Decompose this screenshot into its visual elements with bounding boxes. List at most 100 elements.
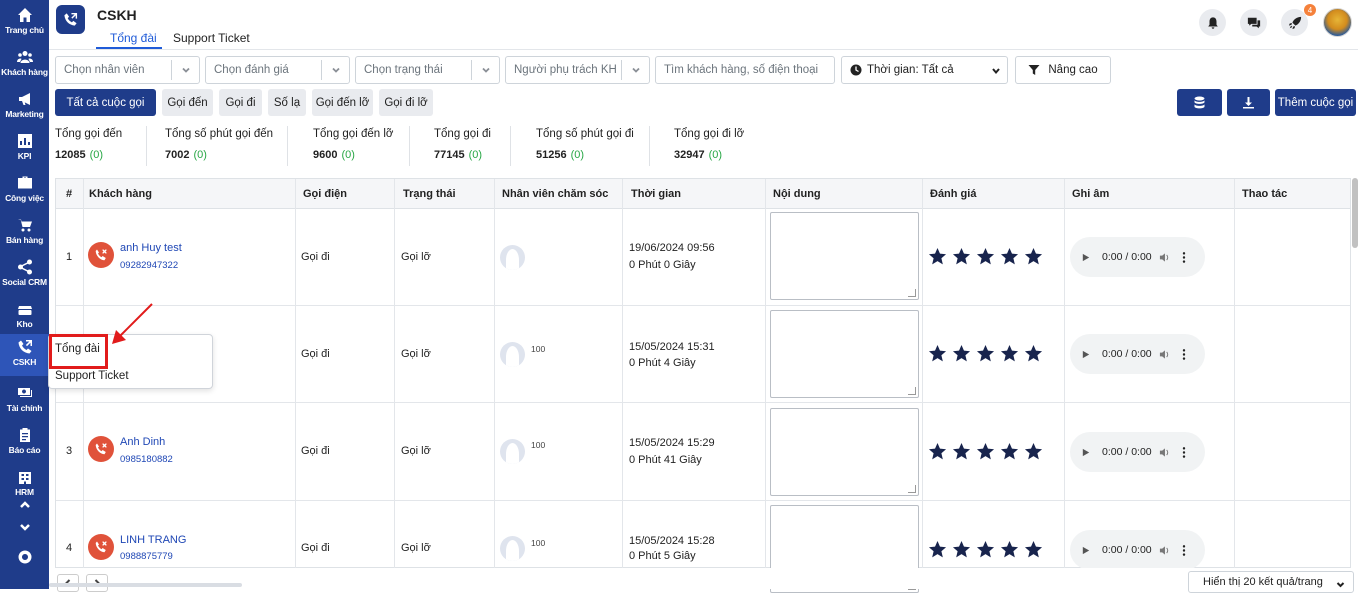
sidebar: Trang chủ Khách hàng Marketing KPI Công … xyxy=(0,0,49,589)
horizontal-scrollbar[interactable] xyxy=(49,583,242,587)
star-icon[interactable] xyxy=(976,247,995,266)
staff-select[interactable]: Chọn nhân viên xyxy=(55,56,200,84)
quick-filter-outgoing[interactable]: Gọi đi xyxy=(219,89,262,116)
rating-stars[interactable] xyxy=(928,540,1043,559)
star-icon[interactable] xyxy=(1024,540,1043,559)
quick-filter-unknown[interactable]: Số lạ xyxy=(268,89,306,116)
stat-outgoing-minutes: Tổng số phút gọi đi 51256 (0) xyxy=(536,128,634,161)
sidebar-item-reports[interactable]: Báo cáo xyxy=(0,422,49,464)
call-date: 19/06/2024 09:56 xyxy=(629,242,715,254)
sidebar-item-tasks[interactable]: Công việc xyxy=(0,170,49,212)
customer-name-link[interactable]: LINH TRANG xyxy=(120,534,186,546)
time-filter-button[interactable]: Thời gian: Tất cả xyxy=(841,56,1008,84)
note-textarea[interactable] xyxy=(770,408,919,496)
sidebar-item-kpi[interactable]: KPI xyxy=(0,128,49,170)
briefcase-icon xyxy=(17,176,32,189)
per-page-select[interactable]: Hiển thị 20 kết quả/trang xyxy=(1188,571,1354,593)
status-select[interactable]: Chọn trạng thái xyxy=(355,56,500,84)
bell-icon xyxy=(1207,16,1218,29)
star-icon[interactable] xyxy=(1000,540,1019,559)
volume-icon xyxy=(1159,252,1168,262)
star-icon[interactable] xyxy=(952,540,971,559)
quick-filter-all[interactable]: Tất cả cuộc gọi xyxy=(55,89,156,116)
star-icon[interactable] xyxy=(976,540,995,559)
audio-time: 0:00 / 0:00 xyxy=(1102,446,1152,458)
audio-time: 0:00 / 0:00 xyxy=(1102,251,1152,263)
highlight-box xyxy=(49,334,108,369)
table-row[interactable]: 3 Anh Dinh 0985180882 Gọi đi Gọi lỡ 100 … xyxy=(56,404,1350,501)
call-type: Gọi đi xyxy=(301,251,330,263)
call-status: Gọi lỡ xyxy=(401,251,431,263)
sidebar-item-finance[interactable]: Tài chính xyxy=(0,380,49,422)
star-icon[interactable] xyxy=(1000,442,1019,461)
staff-avatar xyxy=(500,536,525,561)
page-scrollbar[interactable] xyxy=(1352,178,1358,248)
sidebar-scroll-up[interactable] xyxy=(0,498,49,512)
star-icon[interactable] xyxy=(928,540,947,559)
star-icon[interactable] xyxy=(928,442,947,461)
chevron-down-icon xyxy=(631,67,640,73)
download-button[interactable] xyxy=(1227,89,1270,116)
sidebar-item-customers[interactable]: Khách hàng xyxy=(0,44,49,86)
star-icon[interactable] xyxy=(1000,247,1019,266)
submenu-item-support-ticket[interactable]: Support Ticket xyxy=(55,370,129,382)
star-icon[interactable] xyxy=(1024,247,1043,266)
quick-filter-missed-outgoing[interactable]: Gọi đi lỡ xyxy=(379,89,433,116)
stat-value: 9600 xyxy=(313,149,338,161)
sidebar-support[interactable] xyxy=(0,550,49,564)
chat-button[interactable] xyxy=(1240,9,1267,36)
rating-select[interactable]: Chọn đánh giá xyxy=(205,56,350,84)
quick-filter-incoming[interactable]: Gọi đến xyxy=(162,89,213,116)
row-index: 4 xyxy=(66,542,73,554)
stat-value: 51256 xyxy=(536,149,567,161)
star-icon[interactable] xyxy=(976,344,995,363)
avatar[interactable] xyxy=(1323,8,1352,37)
star-icon[interactable] xyxy=(1024,442,1043,461)
stat-value: 77145 xyxy=(434,149,465,161)
table-header: # Khách hàng Gọi điện Trạng thái Nhân vi… xyxy=(56,179,1350,209)
star-icon[interactable] xyxy=(952,247,971,266)
audio-player[interactable]: 0:00 / 0:00 xyxy=(1070,237,1205,277)
sidebar-item-social-crm[interactable]: Social CRM xyxy=(0,254,49,296)
owner-select[interactable]: Người phụ trách KH xyxy=(505,56,650,84)
star-icon[interactable] xyxy=(976,442,995,461)
advanced-filter-button[interactable]: Nâng cao xyxy=(1015,56,1111,84)
sidebar-scroll-down[interactable] xyxy=(0,520,49,534)
rating-stars[interactable] xyxy=(928,442,1043,461)
quick-filter-missed-incoming[interactable]: Gọi đến lỡ xyxy=(312,89,373,116)
sidebar-item-home[interactable]: Trang chủ xyxy=(0,2,49,44)
search-input[interactable]: Tìm khách hàng, số điện thoại xyxy=(655,56,835,84)
phone-icon xyxy=(18,340,32,354)
star-icon[interactable] xyxy=(928,247,947,266)
add-call-button[interactable]: Thêm cuộc gọi xyxy=(1275,89,1356,116)
customer-phone-link[interactable]: 0988875779 xyxy=(120,551,173,562)
star-icon[interactable] xyxy=(952,442,971,461)
sidebar-item-marketing[interactable]: Marketing xyxy=(0,86,49,128)
star-icon[interactable] xyxy=(952,344,971,363)
notification-button[interactable] xyxy=(1199,9,1226,36)
sidebar-item-sales[interactable]: Bán hàng xyxy=(0,212,49,254)
note-textarea[interactable] xyxy=(770,310,919,398)
audio-player[interactable]: 0:00 / 0:00 xyxy=(1070,530,1205,570)
note-textarea[interactable] xyxy=(770,212,919,300)
sidebar-item-warehouse[interactable]: Kho xyxy=(0,296,49,338)
table-row[interactable]: Gọi đi Gọi lỡ 100 15/05/2024 15:31 0 Phú… xyxy=(56,306,1350,403)
sidebar-item-cskh[interactable]: CSKH xyxy=(0,334,49,376)
audio-player[interactable]: 0:00 / 0:00 xyxy=(1070,334,1205,374)
rating-stars[interactable] xyxy=(928,344,1043,363)
customer-phone-link[interactable]: 09282947322 xyxy=(120,260,178,271)
star-icon[interactable] xyxy=(1024,344,1043,363)
star-icon[interactable] xyxy=(1000,344,1019,363)
customer-phone-link[interactable]: 0985180882 xyxy=(120,454,173,465)
tab-tong-dai[interactable]: Tổng đài xyxy=(110,31,157,45)
customer-name-link[interactable]: anh Huy test xyxy=(120,242,182,254)
sidebar-item-label: Bán hàng xyxy=(5,235,44,245)
sidebar-item-label: KPI xyxy=(17,151,32,161)
audio-player[interactable]: 0:00 / 0:00 xyxy=(1070,432,1205,472)
table-row[interactable]: 1 anh Huy test 09282947322 Gọi đi Gọi lỡ… xyxy=(56,209,1350,306)
tab-support-ticket[interactable]: Support Ticket xyxy=(173,31,250,45)
star-icon[interactable] xyxy=(928,344,947,363)
customer-name-link[interactable]: Anh Dinh xyxy=(120,436,165,448)
rating-stars[interactable] xyxy=(928,247,1043,266)
database-button[interactable] xyxy=(1177,89,1222,116)
